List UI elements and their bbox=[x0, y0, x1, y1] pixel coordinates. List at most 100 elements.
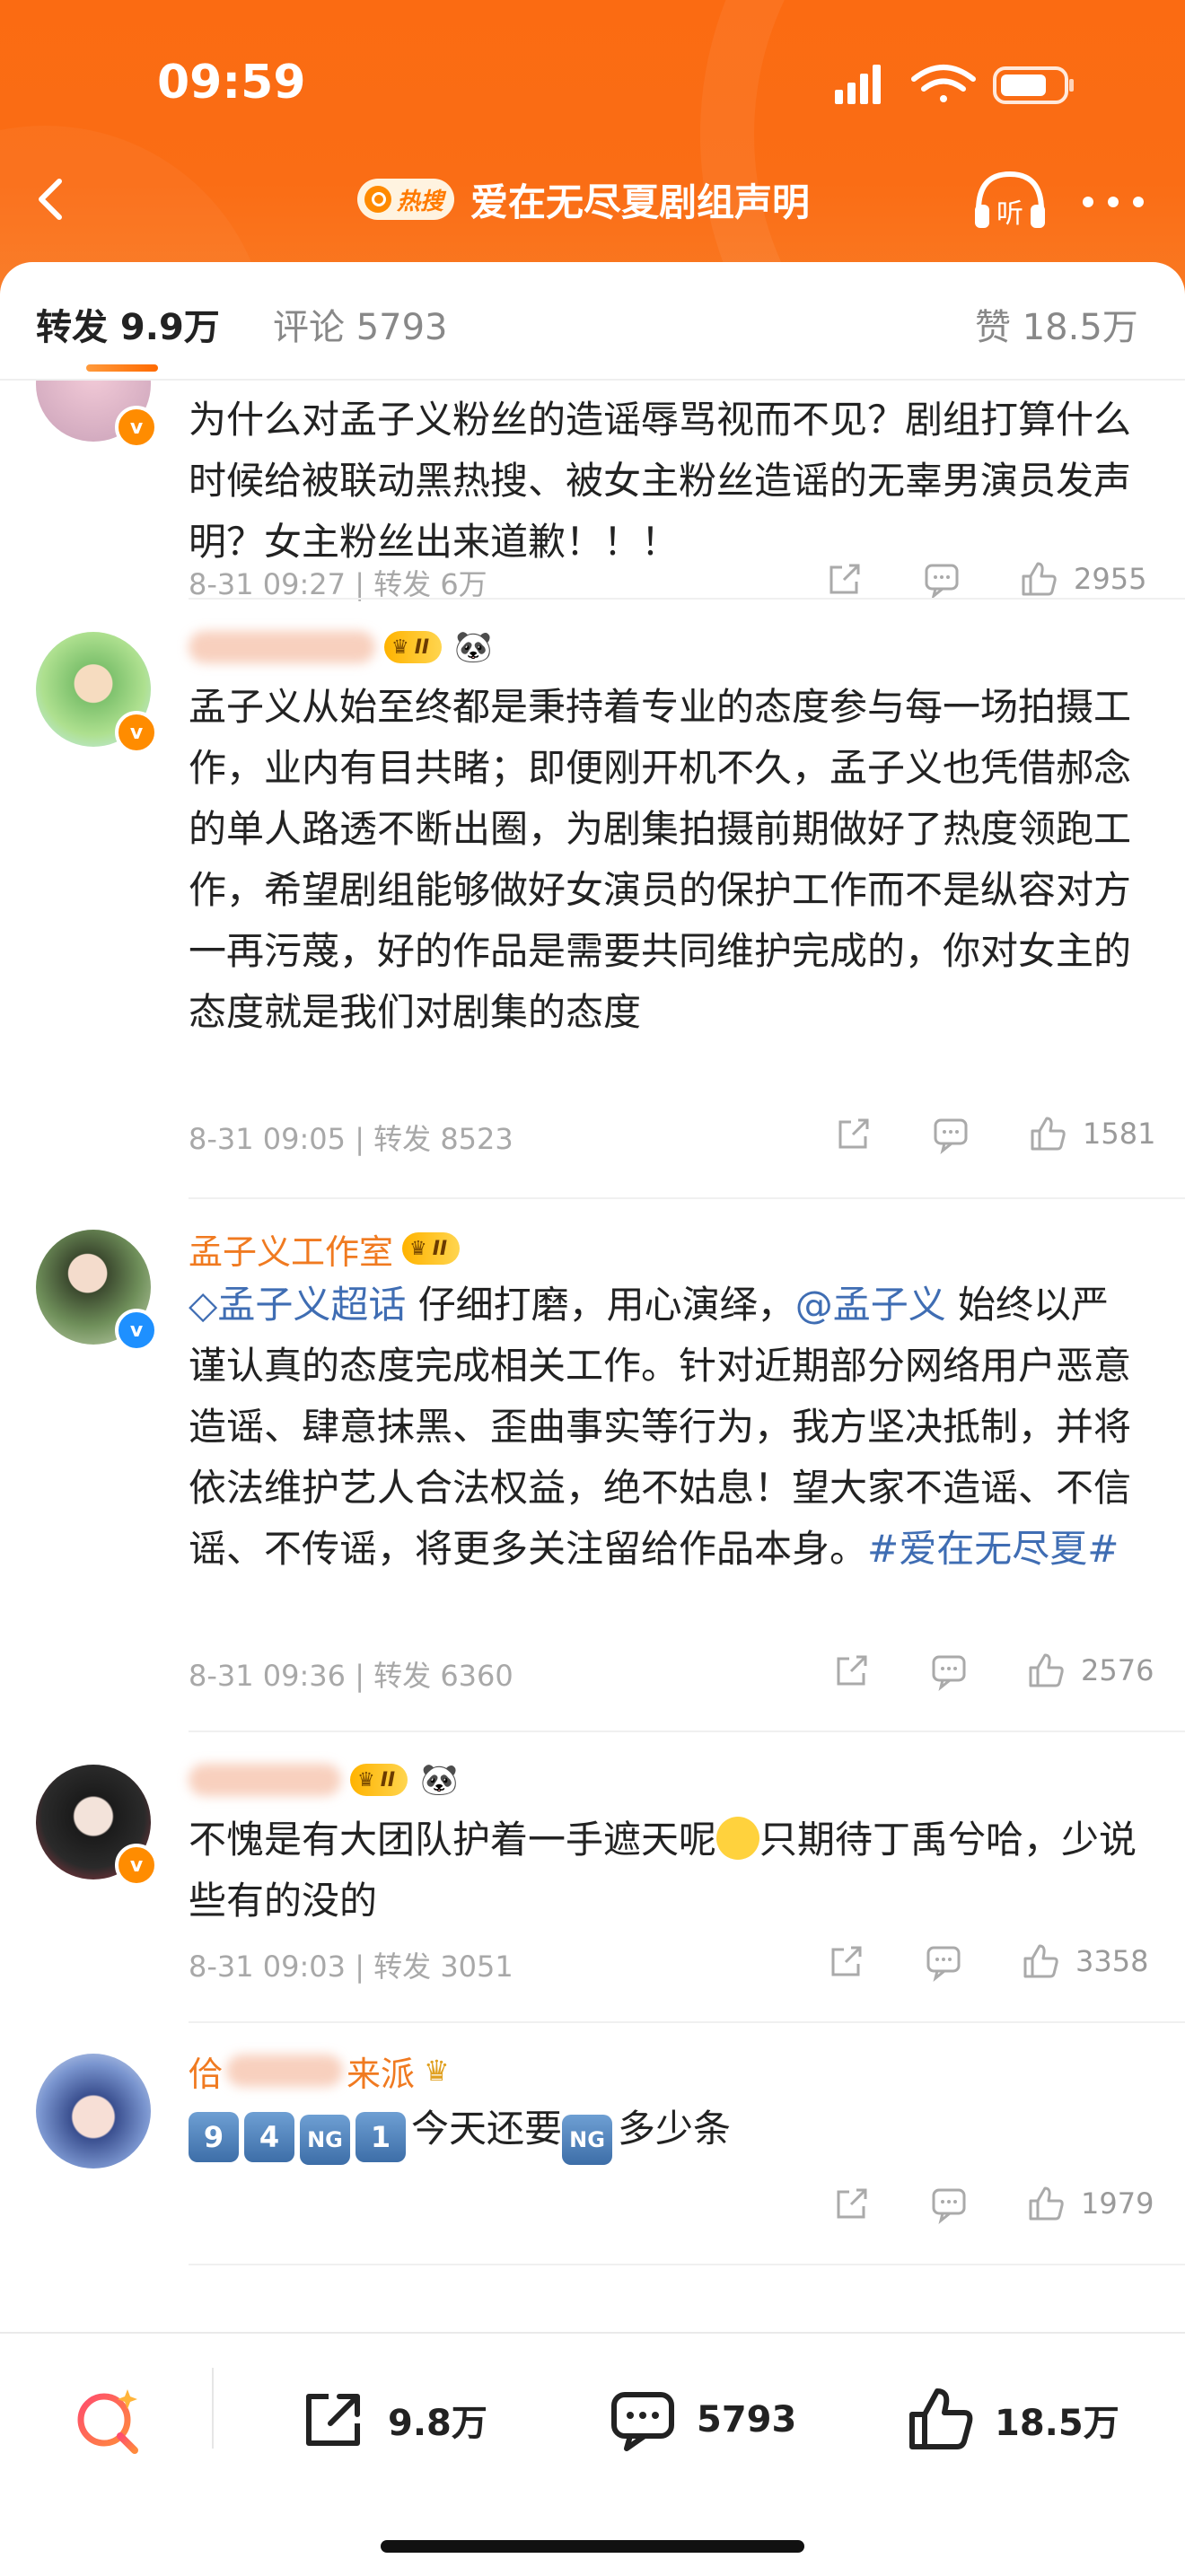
tab-bar: 转发 9.9万 评论 5793 赞 18.5万 bbox=[0, 262, 1185, 381]
content-sheet: 转发 9.9万 评论 5793 赞 18.5万 v 为什么对孟子义粉丝的造谣辱骂… bbox=[0, 262, 1185, 2574]
signal-icon bbox=[835, 65, 881, 104]
like-count: 1581 bbox=[1083, 1117, 1156, 1151]
username[interactable]: 孟子义工作室 bbox=[189, 1224, 393, 1274]
comment-text: 不愧是有大团队护着一手遮天呢 只期待丁禹兮哈，少说些有的没的 bbox=[189, 1817, 1137, 1923]
like-icon[interactable] bbox=[1025, 2183, 1066, 2224]
hot-search-icon bbox=[364, 186, 391, 213]
comment-icon[interactable] bbox=[928, 1650, 970, 1691]
verified-badge: v bbox=[115, 711, 158, 754]
avatar[interactable] bbox=[36, 2054, 151, 2169]
header: 09:59 热搜 爱在无尽夏剧组声明 听 bbox=[0, 0, 1185, 305]
like-count: 2576 bbox=[1081, 1653, 1154, 1687]
comment-text: 为什么对孟子义粉丝的造谣辱骂视而不见？剧组打算什么时候给被联动黑热搜、被女主粉丝… bbox=[189, 398, 1132, 564]
comment-actions: 2576 bbox=[831, 1648, 1154, 1693]
more-icon[interactable] bbox=[1077, 184, 1149, 220]
level-crown-icon: ♛ bbox=[424, 2054, 450, 2088]
like-icon bbox=[909, 2388, 973, 2449]
tab-like[interactable]: 赞 18.5万 bbox=[975, 298, 1138, 350]
level-crown-icon: ♛ bbox=[391, 635, 409, 659]
share-icon[interactable] bbox=[831, 1650, 873, 1691]
comment-icon[interactable] bbox=[928, 2183, 970, 2224]
laugh-emoji bbox=[716, 1817, 760, 1860]
header-decoration bbox=[700, 0, 1185, 305]
super-topic-link[interactable]: ◇孟子义超话 bbox=[189, 1283, 406, 1327]
like-count: 1979 bbox=[1081, 2186, 1154, 2221]
username-row: 孟子义工作室 ♛ II bbox=[189, 1224, 461, 1274]
repost-count: 9.8万 bbox=[388, 2403, 487, 2444]
username-end[interactable]: 来派 bbox=[347, 2046, 415, 2096]
username-row: ♛ II 🐼 bbox=[189, 625, 492, 670]
listen-label: 听 bbox=[996, 198, 1023, 230]
like-count: 2955 bbox=[1074, 562, 1147, 596]
listen-icon[interactable]: 听 bbox=[970, 165, 1050, 237]
list-item: v ♛ II 🐼 不愧是有大团队护着一手遮天呢 只期待丁禹兮哈，少说些有的没的 8-… bbox=[0, 1732, 1185, 2023]
blurred-username bbox=[189, 1764, 341, 1796]
comment-meta: 8-31 09:36 | 转发 6360 bbox=[189, 1659, 514, 1693]
like-count: 18.5万 bbox=[995, 2403, 1119, 2444]
like-count: 3358 bbox=[1075, 1944, 1149, 1978]
verified-badge: v bbox=[115, 1309, 158, 1352]
comment-count: 5793 bbox=[697, 2399, 797, 2440]
mention-link[interactable]: @孟子义 bbox=[795, 1283, 946, 1327]
keycap-emoji: NG bbox=[300, 2115, 350, 2165]
blurred-username bbox=[226, 2055, 344, 2087]
comment-icon bbox=[611, 2392, 674, 2451]
repost-feed: v 为什么对孟子义粉丝的造谣辱骂视而不见？剧组打算什么时候给被联动黑热搜、被女主… bbox=[0, 381, 1185, 2328]
comment-actions: 2955 bbox=[824, 556, 1146, 601]
tab-repost[interactable]: 转发 9.9万 bbox=[36, 298, 220, 350]
nav-title[interactable]: 热搜 爱在无尽夏剧组声明 bbox=[357, 171, 810, 228]
share-icon[interactable] bbox=[833, 1113, 874, 1154]
repost-button[interactable]: 9.8万 bbox=[298, 2384, 487, 2456]
like-icon[interactable] bbox=[1025, 1650, 1066, 1691]
divider bbox=[189, 2264, 1185, 2265]
like-icon[interactable] bbox=[1020, 1941, 1061, 1982]
hashtag-link[interactable]: #爱在无尽夏# bbox=[867, 1527, 1119, 1571]
like-button[interactable]: 18.5万 bbox=[905, 2384, 1119, 2456]
keycap-emoji: NG bbox=[562, 2115, 613, 2165]
like-icon[interactable] bbox=[1018, 558, 1059, 600]
list-item: v 孟子义工作室 ♛ II ◇孟子义超话 仔细打磨，用心演绎，@孟子义 始终以严谨… bbox=[0, 1199, 1185, 1732]
active-tab-indicator bbox=[86, 364, 158, 372]
home-indicator bbox=[381, 2540, 804, 2553]
comment-button[interactable]: 5793 bbox=[607, 2384, 796, 2456]
wifi-icon bbox=[911, 65, 976, 102]
keycap-emoji: 1 bbox=[356, 2112, 406, 2162]
comment-icon[interactable] bbox=[923, 1941, 964, 1982]
divider bbox=[212, 2368, 214, 2449]
blurred-username bbox=[189, 631, 375, 663]
level-crown-icon: ♛ bbox=[409, 1237, 427, 1260]
comment-text: ◇孟子义超话 仔细打磨，用心演绎，@孟子义 始终以严谨认真的态度完成相关工作。针… bbox=[189, 1283, 1132, 1571]
panda-emoji: 🐼 bbox=[454, 629, 493, 665]
list-item: 佮 来派 ♛ 9 4 NG 1 今天还要 NG 多少条 1979 bbox=[0, 2023, 1185, 2265]
search-icon[interactable] bbox=[68, 2380, 149, 2461]
level-crown-icon: ♛ bbox=[357, 1768, 375, 1792]
page-title: 爱在无尽夏剧组声明 bbox=[470, 180, 811, 224]
comment-actions: 1979 bbox=[831, 2181, 1154, 2226]
comment-actions: 3358 bbox=[826, 1939, 1148, 1984]
comment-icon[interactable] bbox=[921, 558, 962, 600]
comment-meta: 8-31 09:03 | 转发 3051 bbox=[189, 1950, 514, 1984]
battery-icon bbox=[993, 66, 1074, 104]
level-badge: ♛ II bbox=[384, 631, 443, 663]
share-icon[interactable] bbox=[826, 1941, 867, 1982]
like-icon[interactable] bbox=[1027, 1113, 1068, 1154]
username-row: 佮 来派 ♛ bbox=[189, 2046, 450, 2096]
bottom-action-bar: 9.8万 5793 18.5万 bbox=[0, 2332, 1185, 2576]
verified-badge: v bbox=[115, 1844, 158, 1887]
level-badge: ♛ II bbox=[350, 1764, 408, 1796]
hot-search-badge: 热搜 bbox=[357, 179, 455, 220]
comment-text: 孟子义从始至终都是秉持着专业的态度参与每一场拍摄工作，业内有目共睹；即便刚开机不… bbox=[189, 685, 1132, 1034]
share-icon[interactable] bbox=[831, 2183, 873, 2224]
username-start[interactable]: 佮 bbox=[189, 2046, 223, 2096]
keycap-emoji: 9 bbox=[189, 2112, 239, 2162]
comment-icon[interactable] bbox=[930, 1113, 971, 1154]
list-item: v ♛ II 🐼 孟子义从始至终都是秉持着专业的态度参与每一场拍摄工作，业内有目共… bbox=[0, 600, 1185, 1199]
tab-comment[interactable]: 评论 5793 bbox=[273, 298, 448, 350]
list-item: v 为什么对孟子义粉丝的造谣辱骂视而不见？剧组打算什么时候给被联动黑热搜、被女主… bbox=[0, 381, 1185, 601]
back-icon[interactable] bbox=[25, 172, 79, 226]
keycap-emoji: 4 bbox=[244, 2112, 294, 2162]
panda-emoji: 🐼 bbox=[420, 1762, 459, 1798]
verified-badge: v bbox=[115, 406, 158, 449]
status-time: 09:59 bbox=[157, 56, 306, 110]
share-icon[interactable] bbox=[824, 558, 865, 600]
